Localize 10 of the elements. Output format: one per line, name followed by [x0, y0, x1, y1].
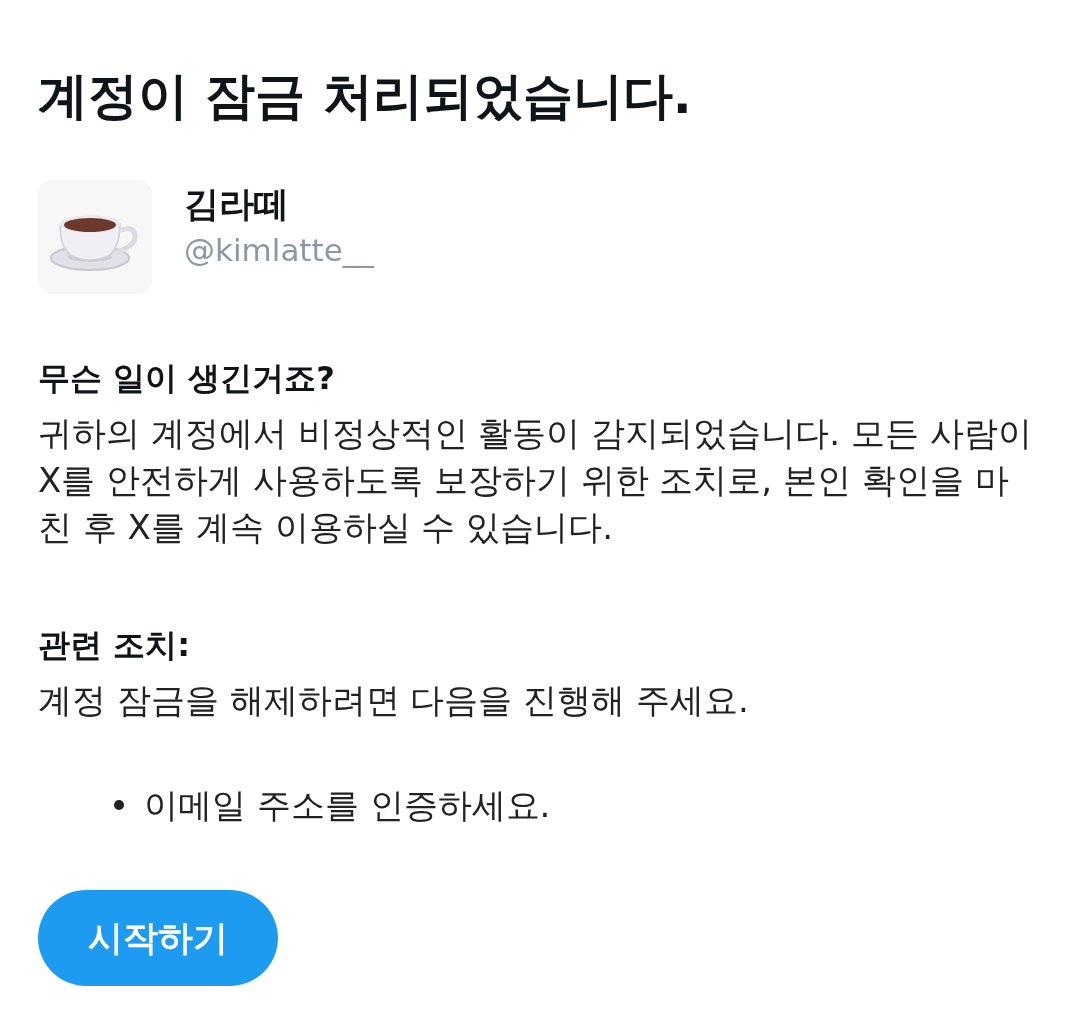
bullet-icon — [114, 800, 124, 810]
section-heading: 관련 조치: — [38, 625, 191, 666]
page-title: 계정이 잠금 처리되었습니다. — [38, 66, 693, 127]
section-text: 계정 잠금을 해제하려면 다음을 진행해 주세요. — [38, 679, 750, 722]
step-text: 이메일 주소를 인증하세요. — [144, 784, 551, 827]
account-name: 김라떼 — [184, 184, 290, 224]
section-text: 귀하의 계정에서 비정상적인 활동이 감지되었습니다. 모든 사람이 X를 안전하게 사용하도록 보장하기 위한 조치로, 본인 확인을 마친 후 X를 계속 이용하실 수 있습니다. — [38, 412, 1033, 549]
account-handle: @kimlatte__ — [184, 231, 374, 270]
section-heading: 무슨 일이 생긴거죠? — [38, 358, 336, 399]
start-button[interactable]: 시작하기 — [38, 890, 278, 986]
